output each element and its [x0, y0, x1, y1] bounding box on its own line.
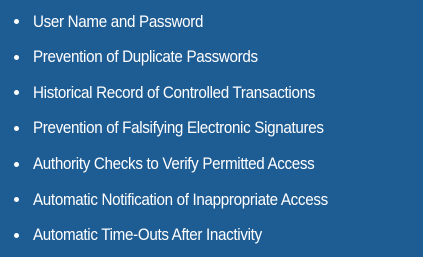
list-item: Automatic Time-Outs After Inactivity	[14, 218, 423, 254]
feature-list: User Name and Password Prevention of Dup…	[14, 4, 423, 253]
bullet-icon	[14, 90, 19, 96]
bullet-icon	[14, 161, 19, 167]
list-item: Automatic Notification of Inappropriate …	[14, 182, 423, 218]
bullet-icon	[14, 126, 19, 132]
list-item-label: Automatic Time-Outs After Inactivity	[33, 226, 262, 245]
bullet-icon	[14, 197, 19, 203]
list-item: Historical Record of Controlled Transact…	[14, 75, 423, 111]
bullet-icon	[14, 232, 19, 238]
list-item: Prevention of Duplicate Passwords	[14, 40, 423, 76]
list-item-label: Authority Checks to Verify Permitted Acc…	[33, 154, 315, 173]
list-item-label: Prevention of Falsifying Electronic Sign…	[33, 119, 324, 138]
bullet-icon	[14, 19, 19, 25]
list-item-label: User Name and Password	[33, 12, 204, 31]
list-item: Prevention of Falsifying Electronic Sign…	[14, 111, 423, 147]
list-item: User Name and Password	[14, 4, 423, 40]
bullet-icon	[14, 54, 19, 60]
list-item-label: Automatic Notification of Inappropriate …	[33, 190, 328, 209]
list-item-label: Prevention of Duplicate Passwords	[33, 48, 258, 67]
list-item: Authority Checks to Verify Permitted Acc…	[14, 146, 423, 182]
list-item-label: Historical Record of Controlled Transact…	[33, 83, 315, 102]
feature-list-panel: User Name and Password Prevention of Dup…	[0, 0, 423, 257]
